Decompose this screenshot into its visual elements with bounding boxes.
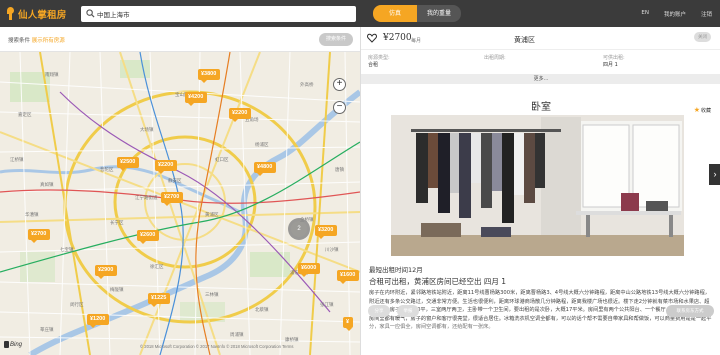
price-pin[interactable]: ¥1200 [87, 314, 110, 328]
cactus-icon [6, 7, 15, 20]
favorite-button[interactable]: ★ 收藏 [694, 106, 711, 114]
map-label: 三林镇 [205, 293, 219, 298]
price-pin[interactable]: ¥2500 [117, 157, 140, 171]
map-label: 周浦镇 [230, 333, 244, 338]
top-nav: EN 我的账户 注销 [641, 10, 712, 18]
map-label: 北蔡镇 [255, 308, 269, 313]
listing-title: 合租可出租，黄浦区房间已经空出 四月 1 [369, 277, 507, 286]
min-rental-time: 最短出租时间12月 [369, 266, 423, 274]
logo-text: 仙人掌租房 [18, 9, 67, 21]
price-pin[interactable]: ¥2600 [137, 230, 160, 244]
next-photo-button[interactable]: › [709, 164, 720, 185]
map-panel: 搜索条件 展示所有房源 搜索条件 宝山区 嘉定区 普陀区 静安区 黄浦区 长宁区… [0, 27, 360, 355]
room-photo-image [391, 115, 684, 256]
search-icon [86, 9, 95, 18]
map-label: 虹口区 [215, 158, 229, 163]
map-label: 嘉定区 [18, 113, 32, 118]
logout-link[interactable]: 注销 [701, 10, 712, 18]
map-label: 外高桥 [300, 83, 314, 88]
map-label: 黄浦区 [205, 213, 219, 218]
share-button[interactable]: 分享 [368, 305, 390, 317]
map-label: 唐镇 [335, 168, 344, 173]
listing-header: ¥2700 每月 黄浦区 关闭 [361, 27, 720, 49]
price-pin[interactable]: ¥2900 [95, 265, 118, 279]
map-label: 梅陇镇 [110, 288, 124, 293]
map-label: 闵行区 [70, 303, 84, 308]
heart-icon[interactable] [367, 33, 377, 43]
map-label: 江桥镇 [10, 158, 24, 163]
map[interactable]: 宝山区 嘉定区 普陀区 静安区 黄浦区 长宁区 徐汇区 闵行区 浦东新区 杨浦区… [0, 52, 360, 355]
search-criteria-button[interactable]: 搜索条件 [319, 33, 353, 46]
filter-bar: 搜索条件 展示所有房源 搜索条件 [0, 27, 360, 52]
description-fade [361, 321, 720, 355]
map-label: 南翔镇 [45, 73, 59, 78]
listing-price: ¥2700 [383, 33, 412, 43]
bing-label: Bing [10, 341, 23, 348]
map-label: 大场镇 [140, 128, 154, 133]
search-box [81, 6, 356, 22]
map-label: 真如镇 [40, 183, 54, 188]
my-account-link[interactable]: 我的账户 [664, 10, 686, 18]
map-label: 张江镇 [320, 303, 334, 308]
map-label: 普陀区 [100, 168, 114, 173]
report-button[interactable]: 举报 [397, 305, 419, 317]
info-available: 可供出租: 四月 1 [603, 55, 625, 68]
map-label: 川沙镇 [325, 248, 339, 253]
listing-district: 黄浦区 [514, 36, 535, 44]
zoom-in-button[interactable]: + [333, 78, 346, 91]
bing-icon [4, 341, 9, 348]
language-link[interactable]: EN [641, 10, 649, 18]
map-label: 静安区 [168, 179, 182, 184]
price-pin[interactable]: ¥2700 [161, 192, 184, 206]
price-pin[interactable]: ¥4200 [185, 92, 208, 106]
map-label: 华漕镇 [25, 213, 39, 218]
map-label: 莘庄镇 [40, 328, 54, 333]
logo[interactable]: 仙人掌租房 [6, 6, 67, 21]
tab-simulation[interactable]: 仿真 [373, 5, 417, 22]
filter-prefix: 搜索条件 [8, 38, 32, 44]
price-pin[interactable]: ¥ [343, 317, 354, 331]
room-title: 卧室 [531, 102, 551, 113]
map-label: 江宁路街道 [135, 196, 158, 201]
view-tabs: 仿真 我的重量 [373, 5, 461, 22]
price-pin[interactable]: ¥2700 [28, 229, 51, 243]
map-label: 徐汇区 [150, 265, 164, 270]
map-label: 七宝镇 [60, 248, 74, 253]
close-button[interactable]: 关闭 [694, 32, 711, 42]
price-pin[interactable]: ¥4800 [254, 162, 277, 176]
map-label: 康桥镇 [285, 338, 299, 343]
filter-summary: 搜索条件 展示所有房源 [8, 36, 65, 44]
price-pin[interactable]: ¥3200 [315, 225, 338, 239]
room-photo[interactable] [391, 115, 684, 256]
tab-my-weight[interactable]: 我的重量 [417, 5, 461, 22]
map-label: 长宁区 [110, 221, 124, 226]
search-input[interactable] [97, 8, 347, 20]
info-room-type: 房源类型: 合租 [368, 55, 390, 68]
star-icon: ★ [693, 107, 700, 114]
price-unit: 每月 [411, 38, 422, 44]
top-bar: 仙人掌租房 仿真 我的重量 EN 我的账户 注销 [0, 0, 720, 27]
bing-logo: Bing [4, 341, 22, 348]
info-rental-period: 出租周期: [484, 55, 506, 61]
price-pin[interactable]: ¥3800 [198, 69, 221, 83]
more-button[interactable]: 更多... [361, 74, 720, 84]
show-all-link[interactable]: 展示所有房源 [32, 38, 65, 44]
price-pin[interactable]: ¥1600 [337, 270, 360, 284]
price-pin[interactable]: ¥2200 [229, 108, 252, 122]
zoom-out-button[interactable]: − [333, 101, 346, 114]
cluster-marker[interactable]: 2 [288, 218, 310, 240]
price-pin[interactable]: ¥6000 [298, 263, 321, 277]
map-copyright: © 2018 Microsoft Corporation © 2017 NavI… [140, 344, 294, 349]
map-label: 杨浦区 [255, 143, 269, 148]
price-pin[interactable]: ¥1225 [148, 293, 171, 307]
price-pin[interactable]: ¥2200 [155, 160, 178, 174]
contact-landlord-button[interactable]: 联系房东方式 [666, 305, 714, 317]
